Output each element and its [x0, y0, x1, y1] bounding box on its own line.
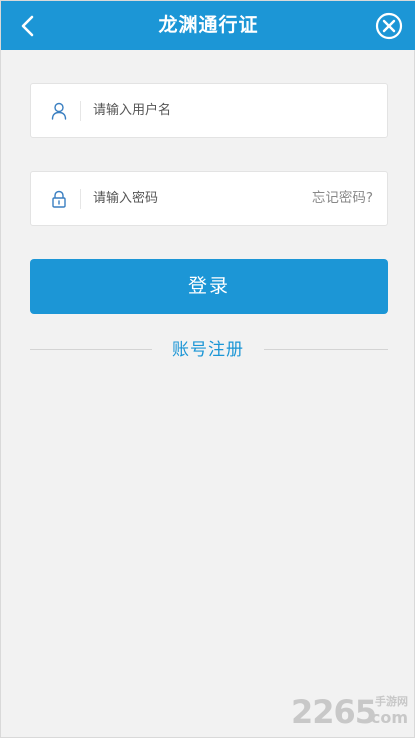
login-button[interactable]: 登录: [30, 259, 388, 314]
watermark-brand: 2265: [290, 693, 377, 731]
register-link[interactable]: 账号注册: [152, 337, 264, 363]
password-field: 忘记密码?: [30, 171, 388, 226]
close-button[interactable]: [374, 11, 404, 41]
username-input[interactable]: [93, 84, 293, 137]
username-field: [30, 83, 388, 138]
page-title: 龙渊通行证: [158, 14, 259, 36]
separator-line-right: [264, 349, 388, 350]
forgot-password-link[interactable]: 忘记密码?: [312, 172, 373, 225]
header-bar: 龙渊通行证: [1, 1, 415, 50]
lock-icon: [48, 188, 70, 210]
watermark-site-bottom: .com: [364, 708, 408, 727]
close-circle-icon: [375, 12, 403, 40]
field-divider: [80, 189, 81, 209]
separator-line-left: [30, 349, 152, 350]
user-icon: [48, 100, 70, 122]
password-input[interactable]: [93, 172, 293, 225]
field-divider: [80, 101, 81, 121]
watermark-logo: 2265 手游网 .com: [260, 691, 410, 731]
watermark-site-top: 手游网: [375, 695, 408, 708]
